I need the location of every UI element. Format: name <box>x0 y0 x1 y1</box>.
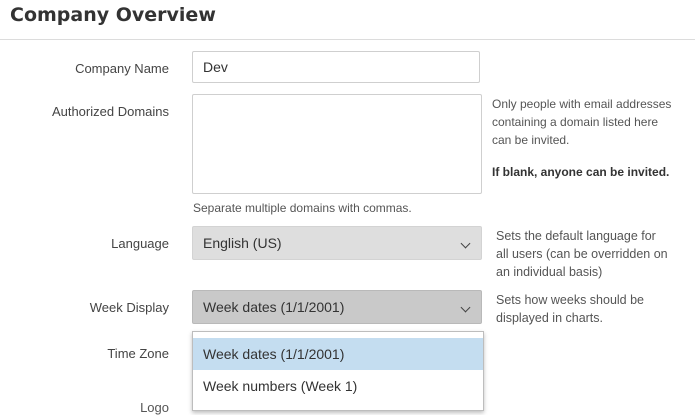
chevron-down-icon <box>460 302 471 313</box>
week-display-select-value: Week dates (1/1/2001) <box>203 299 345 315</box>
company-name-field[interactable]: Dev <box>192 51 480 83</box>
authorized-domains-help: Only people with email addresses contain… <box>492 95 671 181</box>
help-text-line: containing a domain listed here <box>492 115 659 129</box>
dropdown-option-week-dates[interactable]: Week dates (1/1/2001) <box>193 338 483 370</box>
authorized-domains-label: Authorized Domains <box>51 104 169 119</box>
time-zone-label: Time Zone <box>107 346 169 361</box>
help-text-line: all users (can be overridden on <box>496 247 668 261</box>
help-text-bold: If blank, anyone can be invited. <box>492 165 670 179</box>
header-divider <box>0 39 695 40</box>
week-display-dropdown: Week dates (1/1/2001) Week numbers (Week… <box>192 331 484 411</box>
help-text-line: can be invited. <box>492 133 570 147</box>
authorized-domains-field[interactable] <box>192 94 482 194</box>
help-text-line: Sets how weeks should be <box>496 293 645 307</box>
language-label: Language <box>111 236 169 251</box>
language-select[interactable]: English (US) <box>192 226 482 260</box>
help-text-line: Sets the default language for <box>496 229 656 243</box>
week-display-label: Week Display <box>89 300 169 315</box>
dropdown-option-week-numbers[interactable]: Week numbers (Week 1) <box>193 370 483 402</box>
company-name-label: Company Name <box>75 61 169 76</box>
week-display-select[interactable]: Week dates (1/1/2001) <box>192 290 482 324</box>
help-text-line: Only people with email addresses <box>492 97 672 111</box>
language-select-value: English (US) <box>203 235 282 251</box>
language-help: Sets the default language for all users … <box>496 227 668 281</box>
page-title: Company Overview <box>10 4 216 26</box>
help-text-line: an individual basis) <box>496 265 603 279</box>
chevron-down-icon <box>460 238 471 249</box>
help-text-line: displayed in charts. <box>496 311 604 325</box>
domains-hint: Separate multiple domains with commas. <box>193 201 412 215</box>
week-display-help: Sets how weeks should be displayed in ch… <box>496 291 644 327</box>
